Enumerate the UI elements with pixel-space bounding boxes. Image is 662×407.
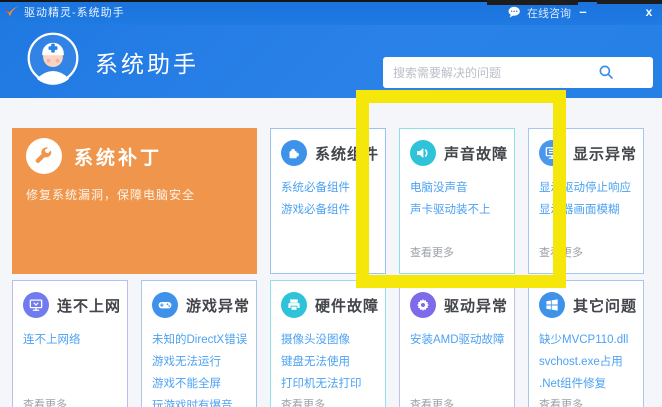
card-header: 显示异常: [529, 129, 643, 173]
card-header: 其它问题: [529, 281, 643, 325]
card-header: 硬件故障: [271, 281, 385, 325]
issue-link[interactable]: 键盘无法使用: [281, 353, 375, 369]
issue-link[interactable]: 显示驱动停止响应: [539, 179, 633, 195]
view-more-link[interactable]: 查看更多: [529, 244, 643, 273]
issue-link[interactable]: svchost.exe占用: [539, 353, 633, 369]
main-content: 系统补丁 修复系统漏洞，保障电脑安全 系统组件 系统必备组件 游戏必备组件: [0, 98, 662, 407]
wrench-icon: [26, 138, 62, 174]
card-hardware-failure: 硬件故障 摄像头没图像 键盘无法使用 打印机无法打印 查看更多: [270, 280, 386, 407]
card-header: 声音故障: [400, 129, 514, 173]
card-game-abnormal: 游戏异常 未知的DirectX错误 游戏无法运行 游戏不能全屏 玩游戏时有爆音 …: [141, 280, 257, 407]
card-header: 驱动异常: [400, 281, 514, 325]
network-monitor-icon: [23, 292, 49, 318]
card-header: 游戏异常: [142, 281, 256, 325]
issue-link[interactable]: 电脑没声音: [410, 179, 504, 195]
card-header: 系统补丁: [26, 138, 243, 174]
app-window: 驱动精灵-系统助手 在线咨询 – x 系统助手: [0, 0, 662, 407]
card-subtitle: 修复系统漏洞，保障电脑安全: [26, 186, 243, 203]
card-header: 系统组件: [271, 129, 385, 173]
background-window-strip: [597, 0, 662, 4]
view-more-link[interactable]: 查看更多: [271, 396, 385, 407]
card-system-patch[interactable]: 系统补丁 修复系统漏洞，保障电脑安全: [12, 128, 257, 274]
card-title: 声音故障: [444, 143, 508, 164]
issue-link[interactable]: 显示器画面模糊: [539, 201, 633, 217]
issue-link[interactable]: 连不上网络: [23, 331, 117, 347]
card-title: 系统补丁: [74, 143, 162, 170]
background-window-strip: [487, 0, 578, 5]
gamepad-icon: [152, 292, 178, 318]
card-display-abnormal: 显示异常 显示驱动停止响应 显示器画面模糊 查看更多: [528, 128, 644, 274]
card-title: 显示异常: [573, 143, 637, 164]
issue-link[interactable]: 未知的DirectX错误: [152, 331, 246, 347]
card-title: 系统组件: [315, 143, 379, 164]
view-more-link[interactable]: 查看更多: [13, 396, 127, 407]
monitor-icon: [539, 140, 565, 166]
windows-icon: [539, 292, 565, 318]
card-other-issues: 其它问题 缺少MVCP110.dll svchost.exe占用 .Net组件修…: [528, 280, 644, 407]
header: 系统助手: [0, 25, 662, 98]
card-title: 游戏异常: [186, 295, 250, 316]
issue-link[interactable]: 系统必备组件: [281, 179, 375, 195]
issue-link[interactable]: 玩游戏时有爆音: [152, 397, 246, 407]
view-more-link[interactable]: 查看更多: [529, 396, 643, 407]
view-more-link[interactable]: 查看更多: [400, 244, 514, 273]
speaker-icon: [410, 140, 436, 166]
app-title: 驱动精灵-系统助手: [24, 0, 125, 25]
gear-icon: [410, 292, 436, 318]
card-driver-abnormal: 驱动异常 安装AMD驱动故障 查看更多: [399, 280, 515, 407]
card-no-network: 连不上网 连不上网络 查看更多: [12, 280, 128, 407]
card-title: 驱动异常: [444, 295, 508, 316]
issue-link[interactable]: 游戏无法运行: [152, 353, 246, 369]
view-more-link[interactable]: 查看更多: [400, 396, 514, 407]
search-box: [383, 57, 653, 88]
card-system-components: 系统组件 系统必备组件 游戏必备组件: [270, 128, 386, 274]
puzzle-icon: [281, 140, 307, 166]
chat-bubble-icon: [507, 5, 522, 20]
card-title: 硬件故障: [315, 295, 379, 316]
doctor-avatar: [26, 31, 80, 85]
issue-link[interactable]: 声卡驱动装不上: [410, 201, 504, 217]
issue-link[interactable]: 缺少MVCP110.dll: [539, 331, 633, 347]
card-header: 连不上网: [13, 281, 127, 325]
printer-icon: [281, 292, 307, 318]
issue-link[interactable]: 打印机无法打印: [281, 375, 375, 391]
search-icon[interactable]: [597, 63, 615, 81]
app-logo-icon: [4, 4, 20, 20]
issue-link[interactable]: 安装AMD驱动故障: [410, 331, 504, 347]
issue-link[interactable]: 游戏必备组件: [281, 201, 375, 217]
card-title: 连不上网: [57, 295, 121, 316]
card-sound-failure: 声音故障 电脑没声音 声卡驱动装不上 查看更多: [399, 128, 515, 274]
issue-link[interactable]: 摄像头没图像: [281, 331, 375, 347]
issue-link[interactable]: 游戏不能全屏: [152, 375, 246, 391]
card-title: 其它问题: [573, 295, 637, 316]
search-input[interactable]: [383, 57, 598, 88]
issue-link[interactable]: .Net组件修复: [539, 375, 633, 391]
online-consult-label: 在线咨询: [527, 5, 571, 21]
page-title: 系统助手: [95, 45, 199, 79]
